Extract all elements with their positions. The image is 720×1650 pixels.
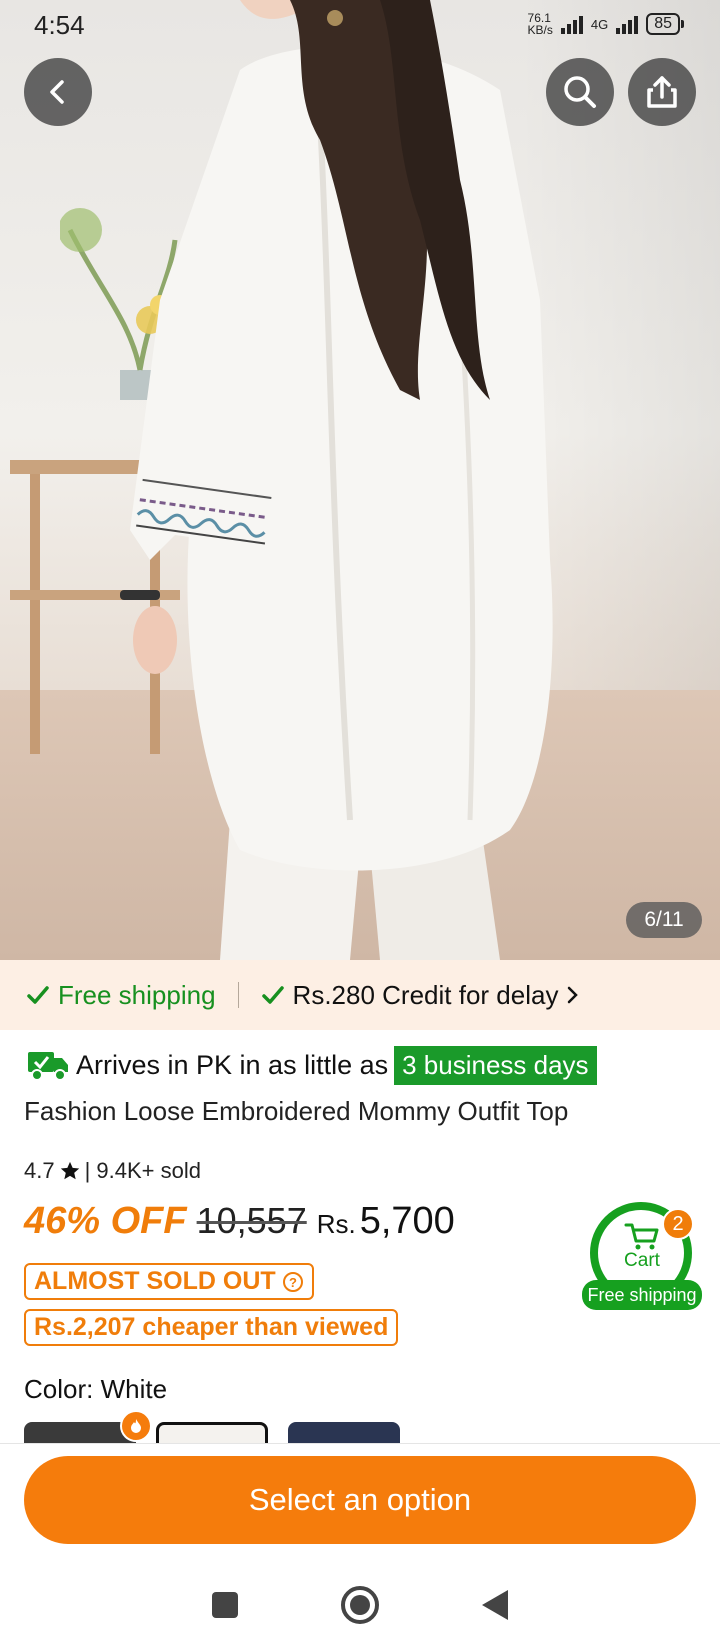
product-title: Fashion Loose Embroidered Mommy Outfit T… [24,1096,569,1126]
signal-icon [560,14,583,34]
price-row: 46% OFF 10,557 Rs. 5,700 [24,1200,455,1243]
hot-icon [120,1410,152,1442]
product-image[interactable] [0,0,720,960]
free-shipping-text: Free shipping [58,979,216,1010]
stock-badge-text: ALMOST SOLD OUT [34,1267,276,1295]
check-icon [261,986,284,1004]
image-counter: 6/11 [626,902,702,938]
signal-icon-2 [616,14,639,34]
free-shipping-badge: Free shipping [26,980,216,1011]
back-button[interactable] [24,58,92,126]
delay-credit-link[interactable]: Rs.280 Credit for delay [261,980,581,1011]
battery-level: 85 [646,13,680,35]
star-icon [60,1161,79,1180]
arrival-text: Arrives in PK in as little as [76,1050,389,1080]
select-option-button[interactable]: Select an option [24,1456,696,1544]
back-nav-button[interactable] [480,1588,510,1622]
cart-count-badge: 2 [662,1208,694,1240]
almost-sold-out-badge[interactable]: ALMOST SOLD OUT ? [24,1263,314,1300]
status-icons: 76.1 KB/s 4G 85 [528,12,684,36]
status-time: 4:54 [34,10,85,40]
delay-credit-text: Rs.280 Credit for delay [292,979,559,1010]
color-swatch-white[interactable] [156,1422,268,1444]
system-nav-bar [0,1560,720,1650]
check-icon [27,986,49,1004]
cart-button[interactable]: Cart Free shipping 2 [582,1202,702,1310]
model-figure [120,0,553,960]
banner-divider [237,982,239,1008]
svg-text:?: ? [289,1275,297,1290]
shipping-banner[interactable]: Free shipping Rs.280 Credit for delay [0,960,720,1030]
discount-label: 46% OFF [24,1200,187,1242]
network-type: 4G [590,16,609,32]
savings-badge: Rs.2,207 cheaper than viewed [24,1309,399,1346]
original-price: 10,557 [196,1200,307,1241]
home-button[interactable] [340,1585,380,1625]
delivery-truck-icon [28,1051,68,1081]
sold-count: | 9.4K+ sold [84,1158,201,1183]
chevron-left-icon [50,80,64,104]
bottom-divider [0,1443,720,1444]
share-icon [647,76,677,108]
cart-icon [624,1223,659,1250]
savings-text: Rs.2,207 cheaper than viewed [34,1313,389,1341]
help-icon: ? [282,1271,303,1292]
cart-free-shipping: Free shipping [582,1280,702,1310]
battery-icon: 85 [646,13,684,35]
recent-apps-button[interactable] [210,1590,240,1620]
current-price: 5,700 [359,1200,455,1242]
arrival-days-badge: 3 business days [394,1046,597,1085]
net-speed: 76.1 KB/s [527,11,553,37]
arrival-info: Arrives in PK in as little as 3 business… [26,1046,597,1085]
color-label: Color: White [24,1374,168,1404]
cart-label: Cart [624,1250,660,1271]
currency-symbol: Rs. [316,1209,356,1239]
search-button[interactable] [546,58,614,126]
chevron-right-icon [568,986,579,1004]
rating-row[interactable]: 4.7 | 9.4K+ sold [24,1158,201,1184]
rating-value: 4.7 [24,1158,55,1183]
search-icon [564,76,596,108]
color-swatch-navy[interactable] [288,1422,400,1444]
share-button[interactable] [628,58,696,126]
